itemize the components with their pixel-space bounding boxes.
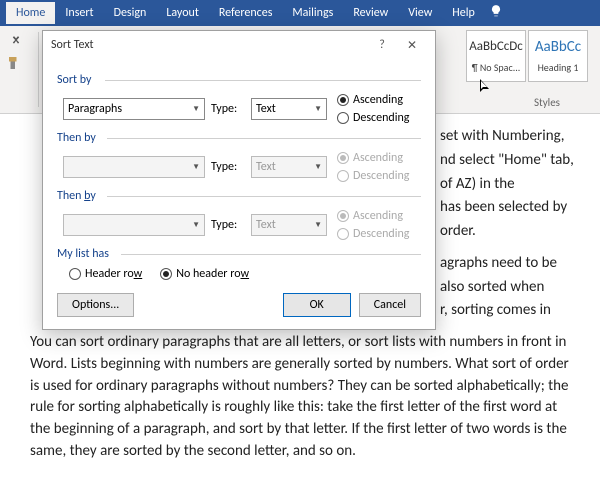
dialog-titlebar: Sort Text ? ✕	[43, 31, 435, 59]
tab-home[interactable]: Home	[6, 2, 55, 24]
descending-radio-1[interactable]: Descending	[337, 111, 409, 125]
style-gallery[interactable]: AaBbCcDc ¶ No Spac... AaBbCc Heading 1	[466, 30, 588, 109]
style-sample: AaBbCc	[529, 33, 587, 61]
sortby-type-select[interactable]: Text▼	[251, 98, 327, 120]
sortby-header: Sort by	[57, 73, 421, 87]
thenby-type-select-2: Text▼	[251, 214, 327, 236]
para-fragment: r, sorting comes in	[440, 300, 580, 322]
header-row-radio[interactable]: Header row	[69, 267, 142, 281]
ascending-radio-2: Ascending	[337, 151, 409, 165]
tab-design[interactable]: Design	[104, 2, 157, 24]
paragraph: You can sort ordinary paragraphs that ar…	[30, 332, 580, 463]
tab-review[interactable]: Review	[343, 2, 398, 24]
mylist-header: My list has	[57, 247, 421, 261]
sort-text-dialog: Sort Text ? ✕ Sort by Paragraphs▼ Type: …	[42, 30, 436, 330]
descending-radio-2: Descending	[337, 169, 409, 183]
thenby-type-select-1[interactable]: Text▼	[251, 156, 327, 178]
sortby-field-select[interactable]: Paragraphs▼	[63, 98, 205, 120]
cut-icon[interactable]	[6, 30, 26, 50]
tab-layout[interactable]: Layout	[156, 2, 209, 24]
cursor-icon	[480, 79, 492, 95]
type-label: Type:	[211, 218, 245, 232]
format-painter-icon[interactable]	[6, 54, 34, 76]
descending-radio-3: Descending	[337, 227, 409, 241]
options-button[interactable]: Options...	[57, 293, 134, 317]
para-fragment: of AZ) in the	[440, 174, 580, 196]
style-sample: AaBbCcDc	[467, 33, 525, 61]
para-fragment: has been selected by	[440, 197, 580, 219]
thenby-field-select-2: ▼	[63, 214, 205, 236]
style-no-spacing[interactable]: AaBbCcDc ¶ No Spac...	[466, 30, 526, 82]
tab-insert[interactable]: Insert	[55, 2, 103, 24]
cancel-button[interactable]: Cancel	[359, 293, 421, 317]
type-label: Type:	[211, 102, 245, 116]
style-label: ¶ No Spac...	[472, 61, 521, 74]
para-fragment: set with Numbering,	[440, 126, 580, 148]
tab-references[interactable]: References	[209, 2, 283, 24]
dialog-title: Sort Text	[51, 38, 367, 52]
ascending-radio-1[interactable]: Ascending	[337, 93, 409, 107]
type-label: Type:	[211, 160, 245, 174]
style-label: Heading 1	[538, 61, 579, 74]
close-button[interactable]: ✕	[397, 38, 427, 53]
tell-me-icon[interactable]	[489, 4, 503, 22]
tab-mailings[interactable]: Mailings	[282, 2, 343, 24]
ascending-radio-3: Ascending	[337, 209, 409, 223]
para-fragment: also sorted when	[440, 277, 580, 299]
thenby-field-select-1[interactable]: ▼	[63, 156, 205, 178]
help-button[interactable]: ?	[367, 38, 397, 52]
style-heading-1[interactable]: AaBbCc Heading 1	[528, 30, 588, 82]
para-fragment: nd select "Home" tab,	[440, 150, 580, 172]
tab-help[interactable]: Help	[442, 2, 485, 24]
thenby-header-1: Then by	[57, 131, 421, 145]
no-header-row-radio[interactable]: No header row	[160, 267, 249, 281]
ribbon-tab-bar: Home Insert Design Layout References Mai…	[0, 0, 600, 26]
styles-group-label: Styles	[534, 96, 560, 109]
para-fragment: agraphs need to be	[440, 253, 580, 275]
thenby-header-2: Then by	[57, 189, 421, 203]
para-fragment: order.	[440, 221, 580, 243]
tab-view[interactable]: View	[398, 2, 442, 24]
ok-button[interactable]: OK	[283, 293, 351, 317]
